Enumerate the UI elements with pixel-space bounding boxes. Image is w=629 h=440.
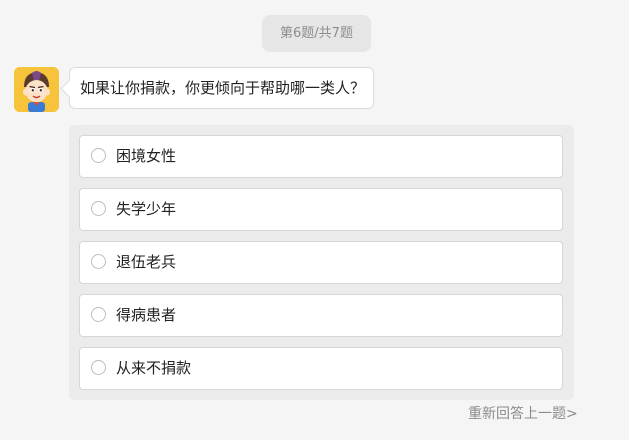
- option-item[interactable]: 失学少年: [79, 188, 563, 231]
- option-label: 退伍老兵: [116, 253, 177, 271]
- option-item[interactable]: 得病患者: [79, 294, 563, 337]
- radio-circle-icon[interactable]: [91, 254, 106, 269]
- option-label: 得病患者: [116, 306, 177, 324]
- radio-circle-icon[interactable]: [91, 307, 106, 322]
- bot-avatar: [14, 67, 59, 112]
- option-label: 从来不捐款: [116, 359, 192, 377]
- radio-circle-icon[interactable]: [91, 148, 106, 163]
- answer-options-panel: 困境女性 失学少年 退伍老兵 得病患者 从来不捐款: [69, 125, 574, 400]
- radio-circle-icon[interactable]: [91, 201, 106, 216]
- option-item[interactable]: 从来不捐款: [79, 347, 563, 390]
- question-text: 如果让你捐款，你更倾向于帮助哪一类人？: [80, 79, 366, 97]
- cartoon-boy-avatar-icon: [14, 67, 59, 112]
- radio-circle-icon[interactable]: [91, 360, 106, 375]
- option-label: 失学少年: [116, 200, 177, 218]
- option-item[interactable]: 困境女性: [79, 135, 563, 178]
- redo-previous-question-link[interactable]: 重新回答上一题>: [468, 404, 578, 424]
- option-label: 困境女性: [116, 147, 177, 165]
- question-bubble: 如果让你捐款，你更倾向于帮助哪一类人？: [69, 67, 374, 109]
- question-progress-badge: 第6题/共7题: [262, 15, 371, 52]
- option-item[interactable]: 退伍老兵: [79, 241, 563, 284]
